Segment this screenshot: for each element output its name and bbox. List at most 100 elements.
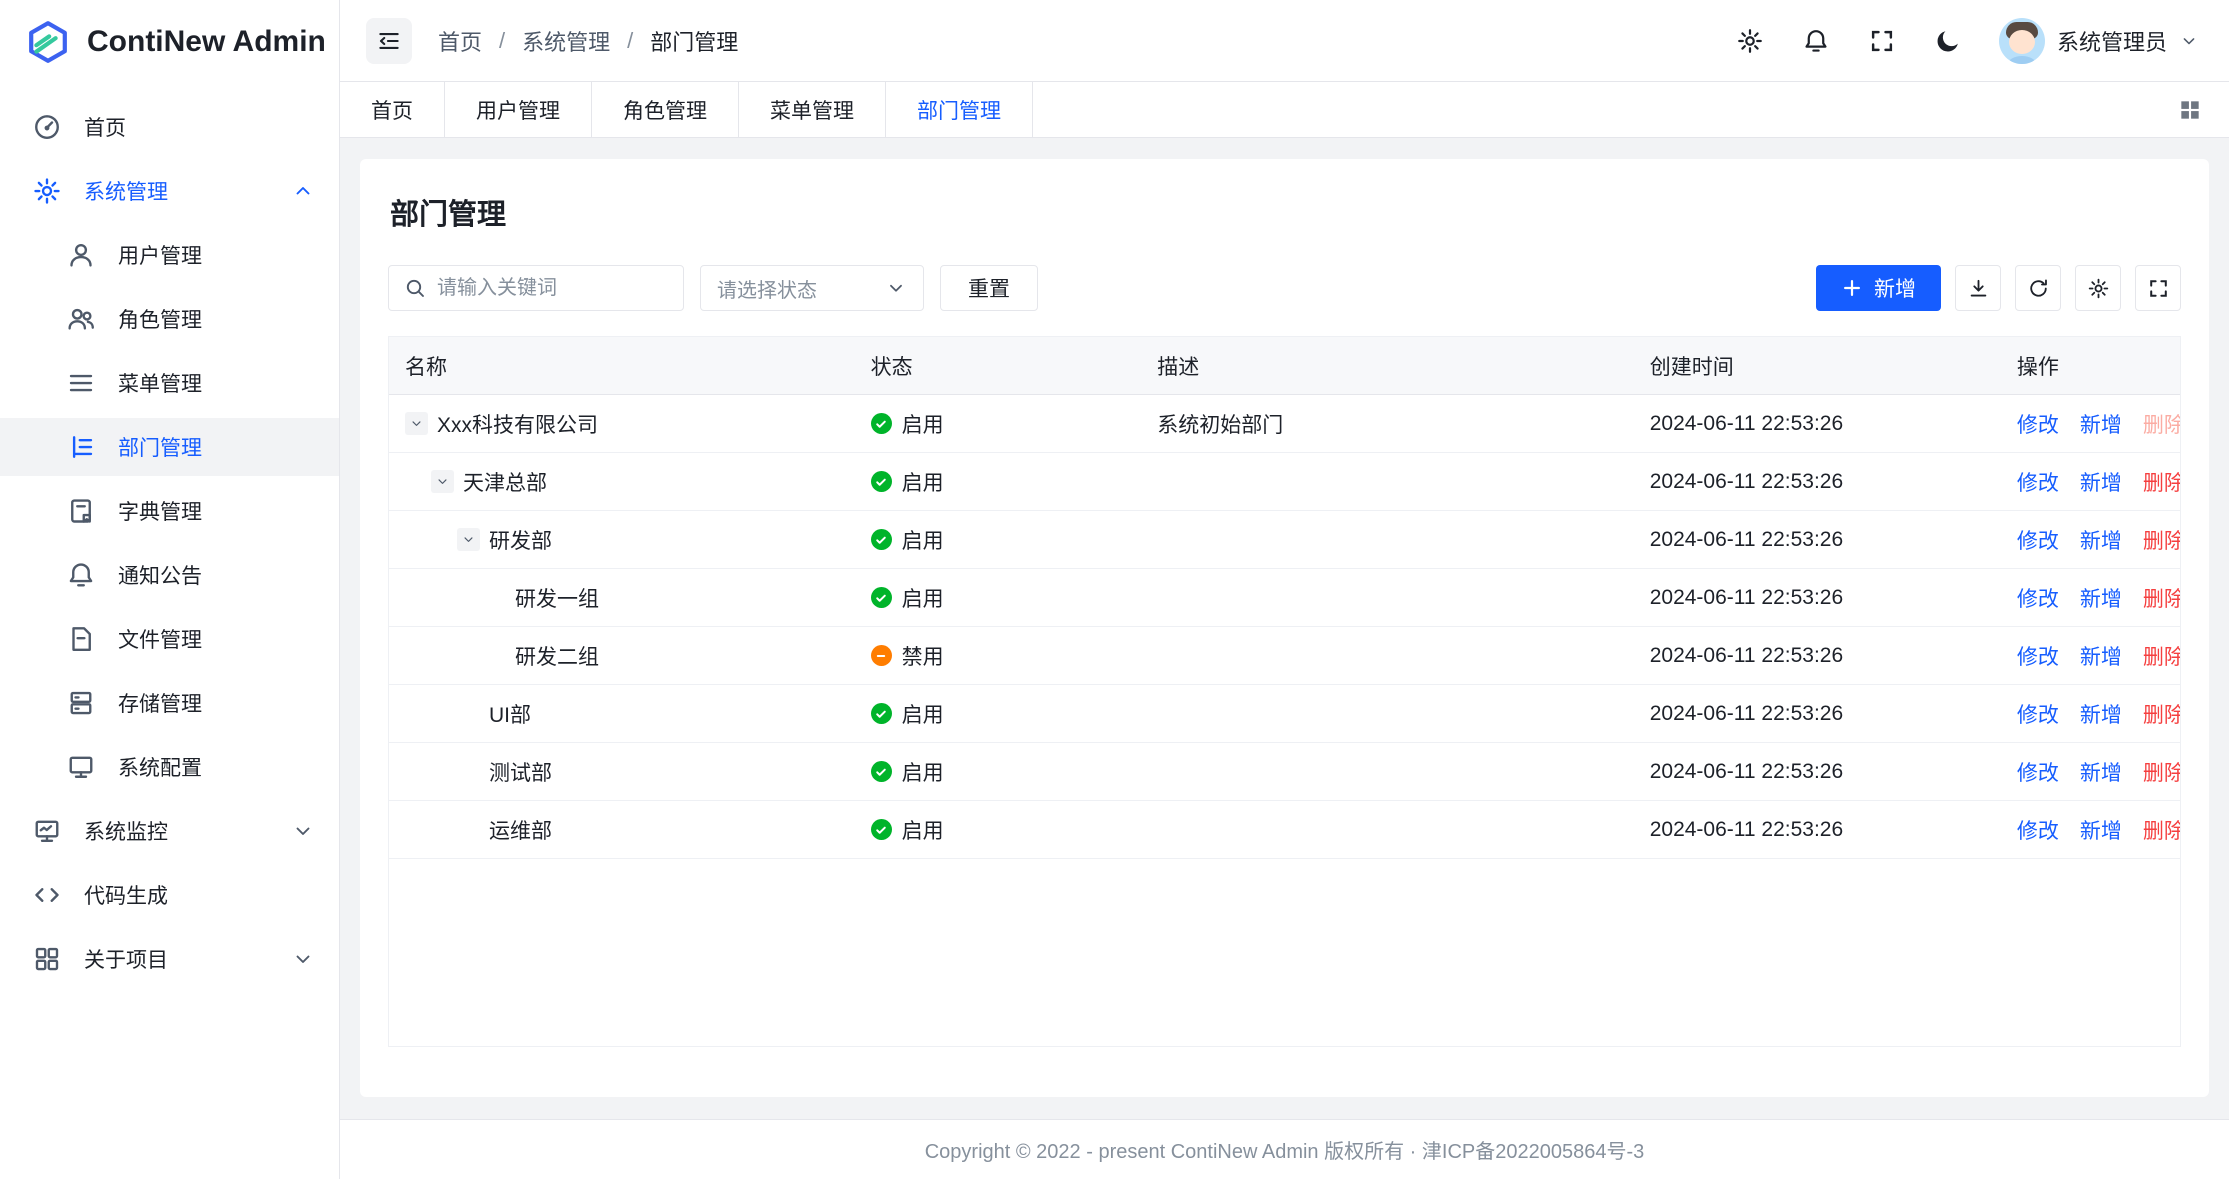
- delete-link[interactable]: 删除: [2143, 525, 2180, 555]
- edit-link[interactable]: 修改: [2017, 409, 2059, 439]
- dept-name-cell: 运维部: [389, 815, 855, 845]
- user-menu[interactable]: 系统管理员: [1999, 18, 2199, 64]
- delete-link: 删除: [2143, 409, 2180, 439]
- notifications-button[interactable]: [1801, 26, 1831, 56]
- sidebar-item-menu-management[interactable]: 菜单管理: [0, 354, 339, 412]
- expand-toggle[interactable]: [457, 528, 480, 551]
- code-icon: [32, 880, 62, 910]
- sidebar-item-system-management[interactable]: 系统管理: [0, 162, 339, 220]
- tab-用户管理[interactable]: 用户管理: [445, 82, 592, 137]
- search-input[interactable]: [437, 277, 669, 300]
- created-time-cell: 2024-06-11 22:53:26: [1634, 760, 2001, 784]
- keyword-search-box[interactable]: [388, 265, 684, 311]
- delete-link[interactable]: 删除: [2143, 641, 2180, 671]
- logo[interactable]: ContiNew Admin: [0, 0, 339, 84]
- sidebar-item-file-management[interactable]: 文件管理: [0, 610, 339, 668]
- edit-link[interactable]: 修改: [2017, 641, 2059, 671]
- monitor-icon: [32, 816, 62, 846]
- operations-cell: 修改新增删除: [2001, 467, 2180, 497]
- sidebar-item-storage-management[interactable]: 存储管理: [0, 674, 339, 732]
- add-link[interactable]: 新增: [2080, 699, 2122, 729]
- sidebar-item-dept-management[interactable]: 部门管理: [0, 418, 339, 476]
- status-select[interactable]: 请选择状态: [700, 265, 924, 311]
- column-settings-button[interactable]: [2075, 265, 2121, 311]
- add-link[interactable]: 新增: [2080, 525, 2122, 555]
- status-cell: 启用: [855, 409, 1142, 439]
- tab-首页[interactable]: 首页: [340, 82, 445, 137]
- status-cell: 启用: [855, 525, 1142, 555]
- add-link[interactable]: 新增: [2080, 641, 2122, 671]
- dept-name-cell: UI部: [389, 699, 855, 729]
- add-link[interactable]: 新增: [2080, 467, 2122, 497]
- add-link[interactable]: 新增: [2080, 757, 2122, 787]
- breadcrumb-item[interactable]: 部门管理: [650, 25, 738, 57]
- tab-list-grid-button[interactable]: [2175, 95, 2205, 125]
- edit-link[interactable]: 修改: [2017, 525, 2059, 555]
- add-link[interactable]: 新增: [2080, 409, 2122, 439]
- status-cell: 启用: [855, 699, 1142, 729]
- tabbar: 首页用户管理角色管理菜单管理部门管理: [340, 82, 2229, 138]
- edit-link[interactable]: 修改: [2017, 467, 2059, 497]
- dept-name-cell: 测试部: [389, 757, 855, 787]
- sidebar-item-dict-management[interactable]: 字典管理: [0, 482, 339, 540]
- status-cell: 启用: [855, 757, 1142, 787]
- dept-name: UI部: [489, 699, 531, 729]
- add-button[interactable]: 新增: [1816, 265, 1941, 311]
- created-time-cell: 2024-06-11 22:53:26: [1634, 586, 2001, 610]
- download-icon: [1967, 277, 1990, 300]
- dark-mode-button[interactable]: [1933, 26, 1963, 56]
- chevron-down-icon: [2179, 31, 2199, 51]
- refresh-button[interactable]: [2015, 265, 2061, 311]
- expand-toggle[interactable]: [405, 412, 428, 435]
- status-enabled-icon: [871, 761, 892, 782]
- sidebar-item-notice[interactable]: 通知公告: [0, 546, 339, 604]
- tabs: 首页用户管理角色管理菜单管理部门管理: [340, 82, 1033, 137]
- status-label: 启用: [902, 467, 944, 497]
- status-enabled-icon: [871, 413, 892, 434]
- sidebar-item-system-monitor[interactable]: 系统监控: [0, 802, 339, 860]
- sidebar-item-role-management[interactable]: 角色管理: [0, 290, 339, 348]
- edit-link[interactable]: 修改: [2017, 757, 2059, 787]
- edit-link[interactable]: 修改: [2017, 583, 2059, 613]
- tab-菜单管理[interactable]: 菜单管理: [739, 82, 886, 137]
- delete-link[interactable]: 删除: [2143, 757, 2180, 787]
- edit-link[interactable]: 修改: [2017, 699, 2059, 729]
- delete-link[interactable]: 删除: [2143, 583, 2180, 613]
- status-label: 启用: [902, 757, 944, 787]
- sidebar-item-code-generation[interactable]: 代码生成: [0, 866, 339, 924]
- tab-部门管理[interactable]: 部门管理: [886, 82, 1033, 137]
- column-header: 状态: [855, 351, 1142, 381]
- add-link[interactable]: 新增: [2080, 815, 2122, 845]
- table-fullscreen-button[interactable]: [2135, 265, 2181, 311]
- sidebar: ContiNew Admin 首页系统管理用户管理角色管理菜单管理部门管理字典管…: [0, 0, 340, 1179]
- sidebar-item-system-config[interactable]: 系统配置: [0, 738, 339, 796]
- delete-link[interactable]: 删除: [2143, 467, 2180, 497]
- plus-icon: [1841, 277, 1863, 299]
- breadcrumb-item[interactable]: 系统管理: [522, 25, 610, 57]
- column-header: 创建时间: [1634, 351, 2001, 381]
- sidebar-item-about-project[interactable]: 关于项目: [0, 930, 339, 988]
- expand-toggle[interactable]: [431, 470, 454, 493]
- sidebar-item-label: 部门管理: [118, 432, 202, 462]
- delete-link[interactable]: 删除: [2143, 699, 2180, 729]
- fullscreen-icon: [1868, 27, 1896, 55]
- edit-link[interactable]: 修改: [2017, 815, 2059, 845]
- status-label: 启用: [902, 525, 944, 555]
- sidebar-item-label: 代码生成: [84, 880, 168, 910]
- tabbar-right: [2151, 82, 2229, 137]
- sidebar-item-label: 首页: [84, 112, 126, 142]
- fullscreen-button[interactable]: [1867, 26, 1897, 56]
- sidebar-item-user-management[interactable]: 用户管理: [0, 226, 339, 284]
- chevron-down-icon: [291, 947, 315, 971]
- table-row: Xxx科技有限公司启用系统初始部门2024-06-11 22:53:26修改新增…: [389, 395, 2180, 453]
- sidebar-item-home[interactable]: 首页: [0, 98, 339, 156]
- table-row: 研发部启用2024-06-11 22:53:26修改新增删除: [389, 511, 2180, 569]
- breadcrumb-item[interactable]: 首页: [438, 25, 482, 57]
- delete-link[interactable]: 删除: [2143, 815, 2180, 845]
- add-link[interactable]: 新增: [2080, 583, 2122, 613]
- settings-button[interactable]: [1735, 26, 1765, 56]
- tab-角色管理[interactable]: 角色管理: [592, 82, 739, 137]
- export-button[interactable]: [1955, 265, 2001, 311]
- reset-button[interactable]: 重置: [940, 265, 1038, 311]
- sidebar-collapse-button[interactable]: [366, 18, 412, 64]
